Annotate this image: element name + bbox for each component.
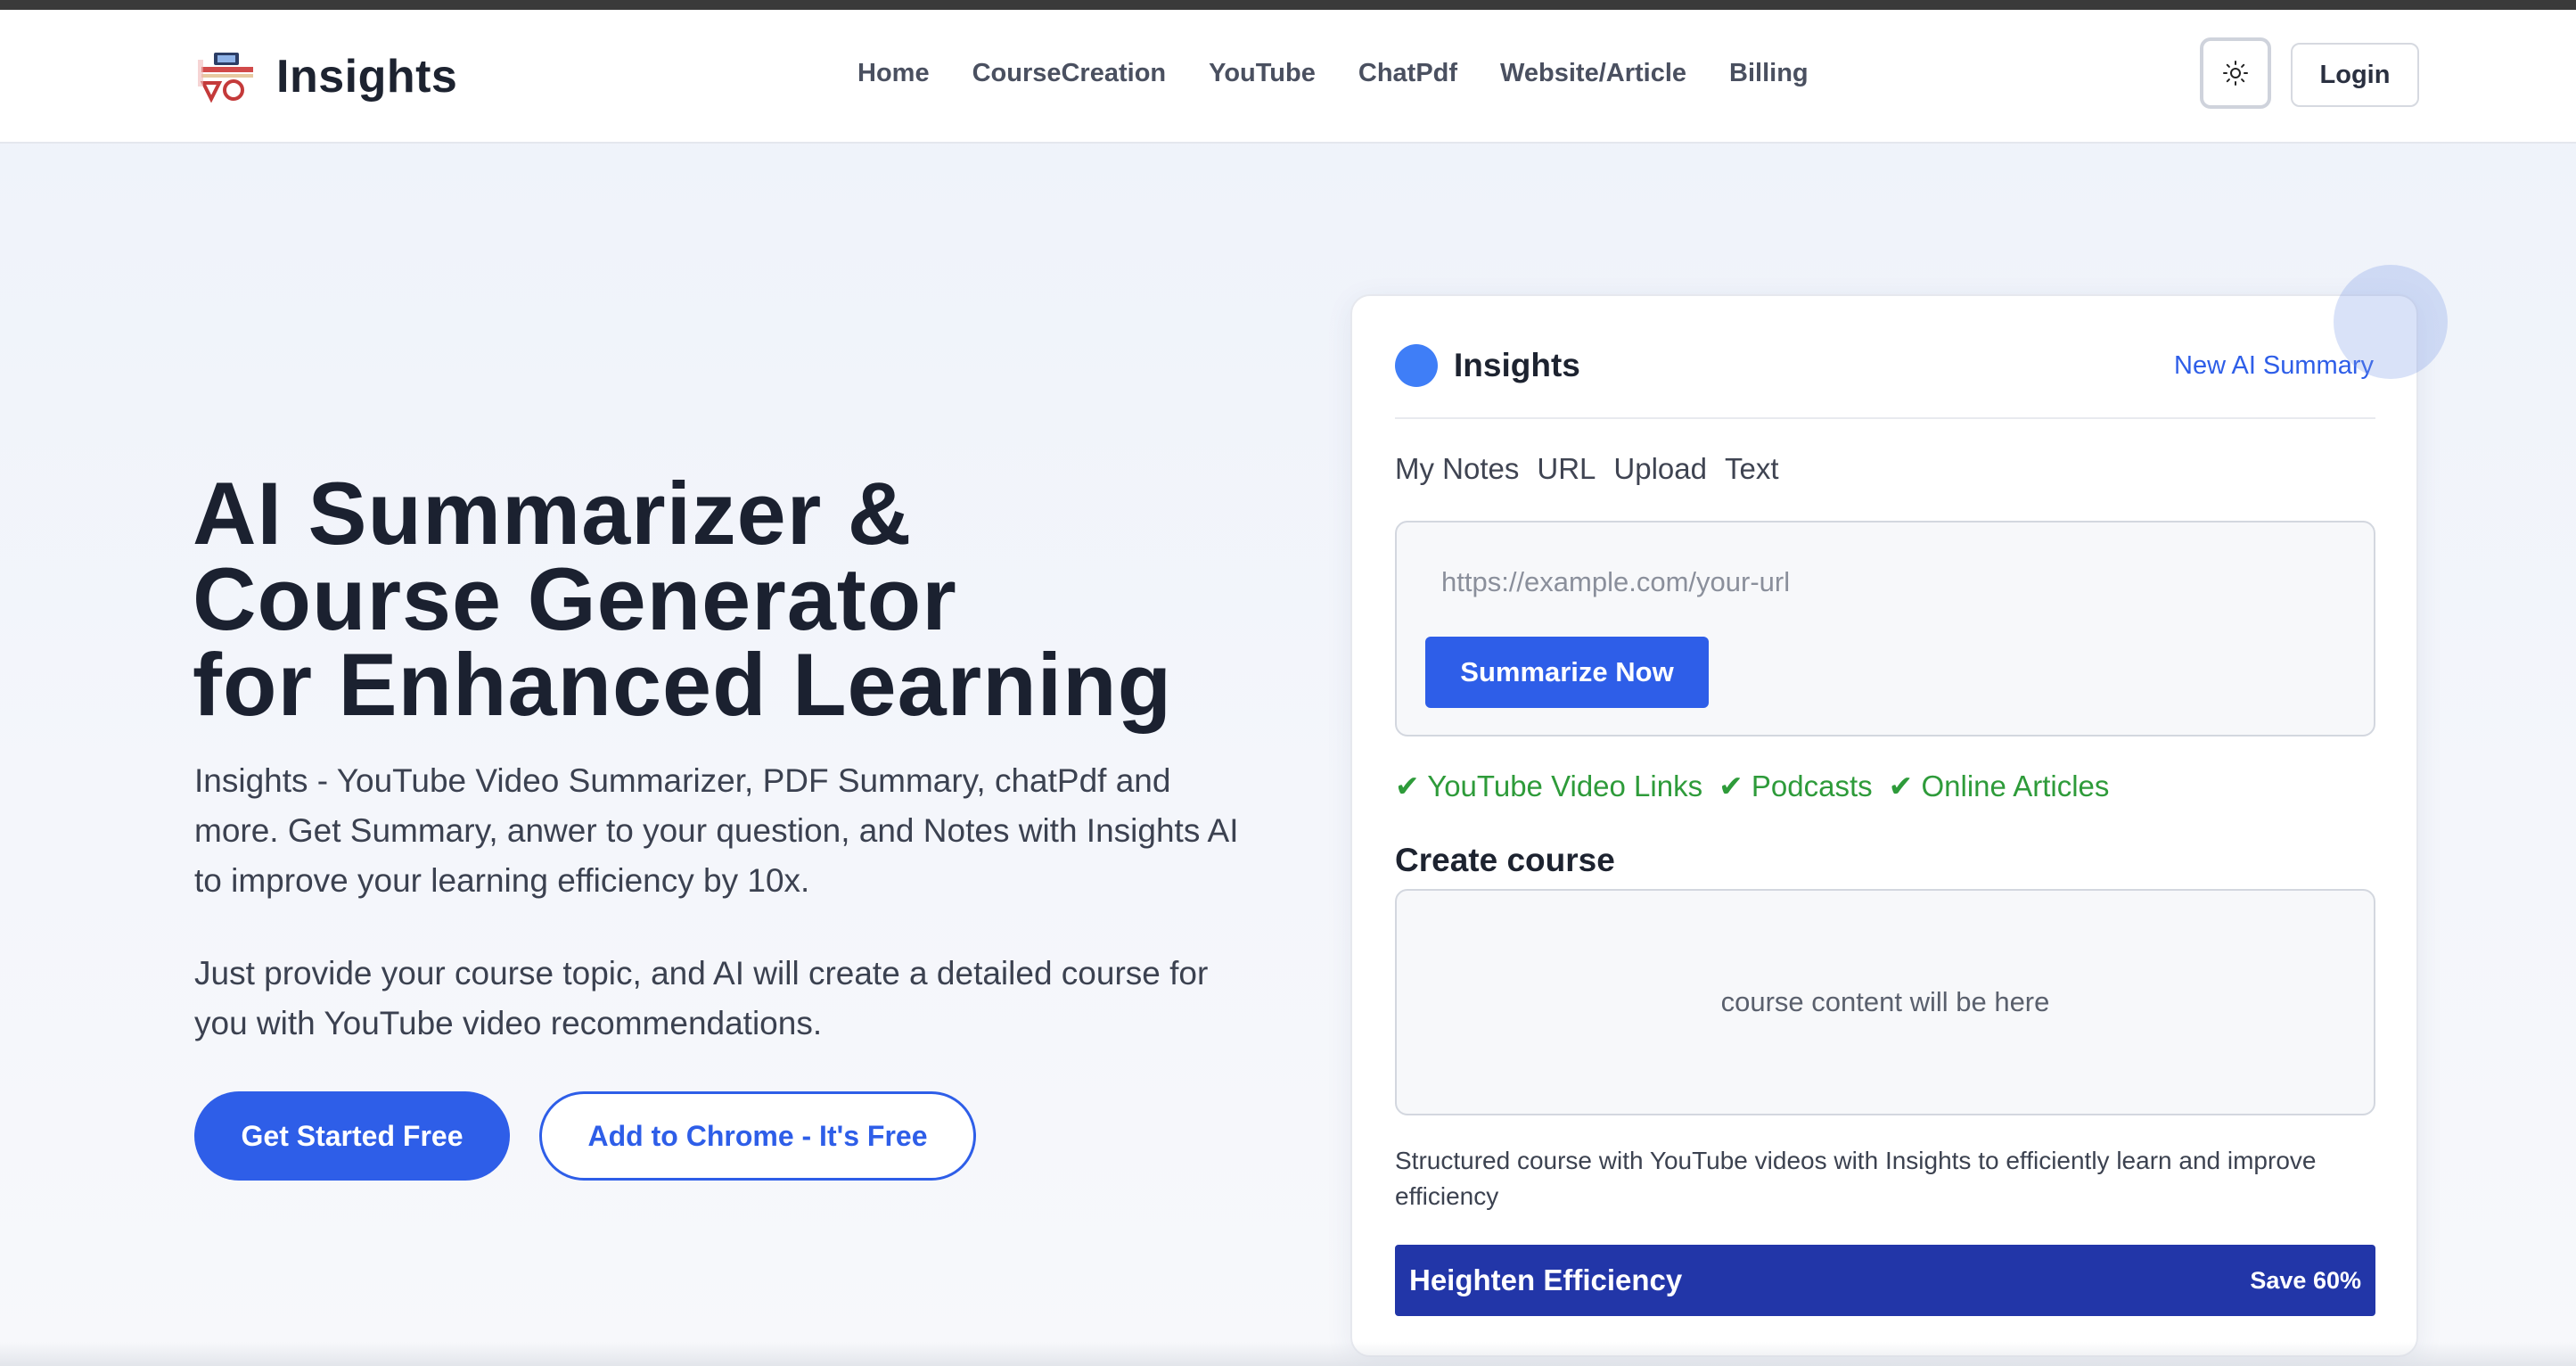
theme-toggle-button[interactable] xyxy=(2200,37,2271,109)
hero-title-line: AI Summarizer & xyxy=(193,464,913,563)
supported-sources: ✔ YouTube Video Links ✔ Podcasts ✔ Onlin… xyxy=(1395,769,2125,803)
insights-demo-card: Insights New AI Summary My Notes URL Upl… xyxy=(1350,294,2418,1357)
nav-course-creation[interactable]: CourseCreation xyxy=(972,59,1167,88)
hero-title: AI Summarizer & Course Generator for Enh… xyxy=(193,464,1351,734)
browser-top-strip xyxy=(0,0,2576,10)
nav-chatpdf[interactable]: ChatPdf xyxy=(1358,59,1457,88)
efficiency-banner: Heighten Efficiency Save 60% xyxy=(1395,1245,2375,1316)
create-course-title: Create course xyxy=(1395,842,1615,878)
nav-youtube[interactable]: YouTube xyxy=(1209,59,1316,88)
bottom-shadow xyxy=(0,1342,2576,1366)
site-header: Insights Home CourseCreation YouTube Cha… xyxy=(0,10,2576,144)
add-to-chrome-button[interactable]: Add to Chrome - It's Free xyxy=(539,1091,976,1181)
nav-billing[interactable]: Billing xyxy=(1729,59,1809,88)
main-nav: Home CourseCreation YouTube ChatPdf Webs… xyxy=(857,59,1851,88)
tab-my-notes[interactable]: My Notes xyxy=(1395,452,1519,486)
hero-title-line: for Enhanced Learning xyxy=(193,635,1173,734)
get-started-button[interactable]: Get Started Free xyxy=(194,1091,510,1181)
url-panel: Summarize Now xyxy=(1395,521,2375,736)
tab-upload[interactable]: Upload xyxy=(1613,452,1707,486)
feature-podcasts: ✔ Podcasts xyxy=(1719,769,1873,802)
hero-course-description: Just provide your course topic, and AI w… xyxy=(194,955,1209,1041)
input-mode-tabs: My Notes URL Upload Text xyxy=(1395,452,1797,486)
new-ai-summary-link[interactable]: New AI Summary xyxy=(2174,351,2374,381)
summarize-now-button[interactable]: Summarize Now xyxy=(1425,637,1709,708)
course-description: Structured course with YouTube videos wi… xyxy=(1395,1147,2317,1210)
course-placeholder: course content will be here xyxy=(1720,986,2050,1017)
card-brand-name: Insights xyxy=(1454,347,1580,383)
hero-description: Insights - YouTube Video Summarizer, PDF… xyxy=(194,762,1239,899)
divider xyxy=(1395,417,2375,419)
tab-text[interactable]: Text xyxy=(1725,452,1779,486)
hero-title-line: Course Generator xyxy=(193,549,957,648)
sun-icon xyxy=(2223,61,2248,86)
tab-url[interactable]: URL xyxy=(1537,452,1596,486)
nav-home[interactable]: Home xyxy=(857,59,930,88)
brand-dot-icon xyxy=(1395,344,1438,387)
nav-website-article[interactable]: Website/Article xyxy=(1500,59,1686,88)
logo-icon xyxy=(198,47,257,106)
decorative-bubble xyxy=(2334,265,2448,379)
brand-name: Insights xyxy=(276,51,458,103)
save-badge: Save 60% xyxy=(2250,1266,2361,1294)
feature-youtube-links: ✔ YouTube Video Links xyxy=(1395,769,1703,802)
efficiency-label: Heighten Efficiency xyxy=(1409,1263,1683,1296)
card-brand: Insights xyxy=(1395,344,1580,387)
login-button[interactable]: Login xyxy=(2291,43,2419,107)
logo[interactable]: Insights xyxy=(198,47,457,106)
course-content-area[interactable]: course content will be here xyxy=(1395,889,2375,1115)
feature-online-articles: ✔ Online Articles xyxy=(1888,769,2110,802)
url-input[interactable] xyxy=(1440,565,2245,599)
